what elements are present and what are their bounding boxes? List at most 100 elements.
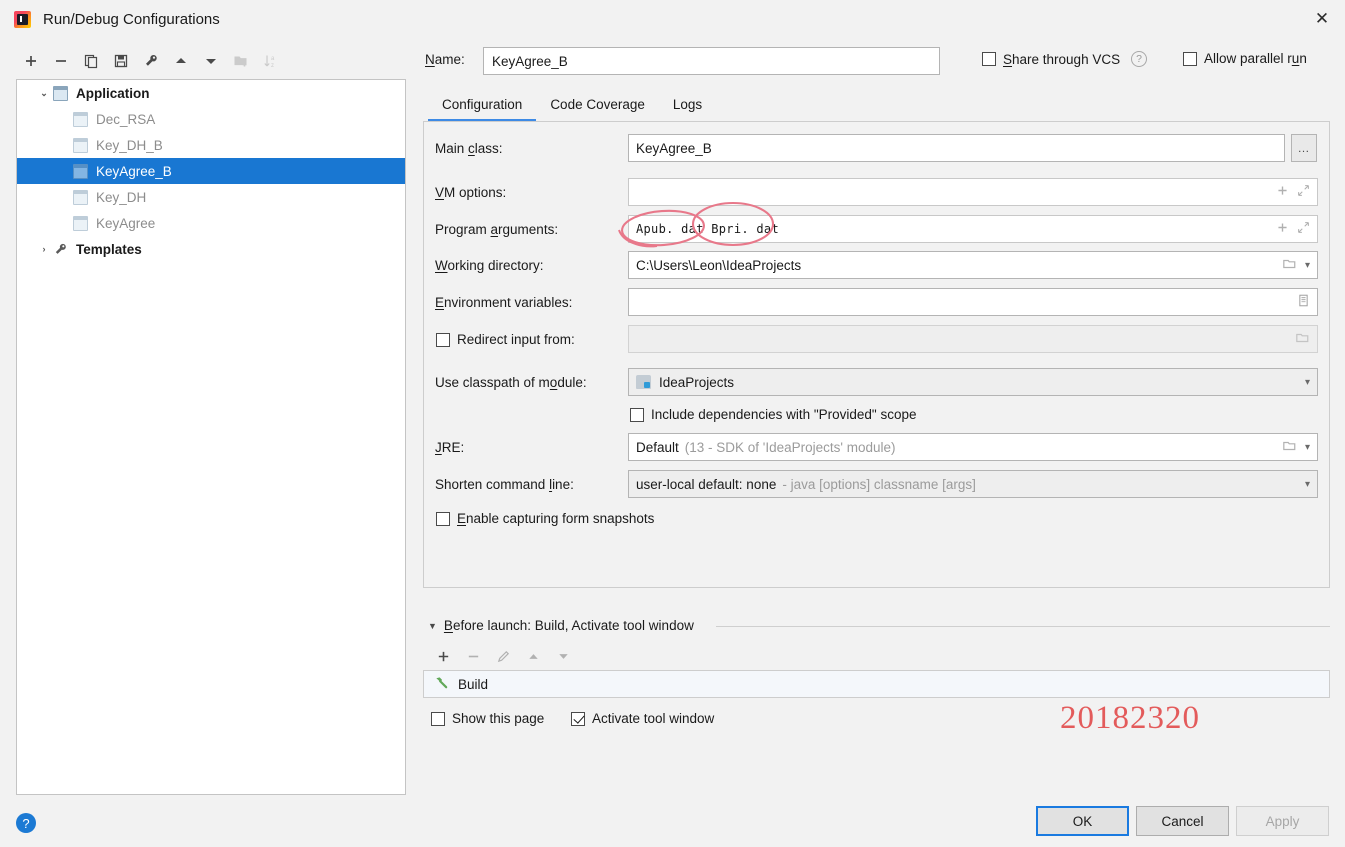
tree-node-application[interactable]: ⌄ Application [17,80,405,106]
shorten-command-line-combo[interactable]: user-local default: none - java [options… [628,470,1318,498]
main-class-browse-button[interactable]: … [1291,134,1317,162]
show-this-page-label: Show this page [452,711,545,726]
include-provided-checkbox-box[interactable] [630,407,644,422]
share-checkbox-box[interactable] [982,52,996,66]
name-label: Name: [425,52,465,67]
tree-item-key-dh[interactable]: Key_DH [17,184,405,210]
sort-az-icon[interactable]: a z [256,48,286,74]
move-up-button[interactable] [166,48,196,74]
form-snapshots-checkbox-box[interactable] [436,511,450,526]
folder-add-icon[interactable] [226,48,256,74]
program-arguments-field[interactable]: Apub. dat Bpri. dat [628,215,1318,243]
before-launch-task-row[interactable]: Build [423,670,1330,698]
chevron-down-icon[interactable]: ▾ [1305,260,1310,271]
jre-value: Default [636,439,679,455]
tree-item-keyagree-b[interactable]: KeyAgree_B [17,158,405,184]
folder-icon [1295,331,1310,348]
move-down-button[interactable] [196,48,226,74]
help-button[interactable]: ? [16,813,36,833]
jre-field-icons: ▾ [1282,439,1310,456]
environment-variables-field-icons [1297,293,1310,311]
plus-icon[interactable] [1276,221,1289,237]
vm-options-field[interactable] [628,178,1318,206]
jre-combo[interactable]: Default (13 - SDK of 'IdeaProjects' modu… [628,433,1318,461]
cancel-button[interactable]: Cancel [1136,806,1229,836]
redirect-input-field-icons [1295,331,1310,348]
apply-button[interactable]: Apply [1236,806,1329,836]
tab-code-coverage[interactable]: Code Coverage [536,90,659,118]
allow-parallel-run-checkbox[interactable]: Allow parallel run [1183,51,1307,66]
folder-icon[interactable] [1282,257,1297,274]
redirect-input-label: Redirect input from: [457,332,575,347]
remove-task-button[interactable] [458,643,488,669]
module-icon [636,375,651,389]
application-icon [73,189,88,205]
folder-icon[interactable] [1282,439,1297,456]
wrench-icon [53,242,68,257]
ok-button[interactable]: OK [1036,806,1129,836]
question-mark-icon[interactable]: ? [1131,51,1148,67]
chevron-down-icon[interactable]: ▾ [1305,442,1310,453]
environment-variables-field[interactable] [628,288,1318,316]
move-task-down-button[interactable] [548,643,578,669]
tree-item-label: KeyAgree_B [96,163,172,179]
tree-item-key-dh-b[interactable]: Key_DH_B [17,132,405,158]
close-icon[interactable]: ✕ [1299,0,1345,38]
working-directory-field-icons: ▾ [1282,257,1310,274]
configurations-tree[interactable]: ⌄ Application Dec_RSA Key_DH_B KeyAgree_… [16,79,406,795]
vm-options-field-icons [1276,184,1310,200]
parallel-checkbox-label: Allow parallel run [1204,51,1307,66]
application-icon [73,215,88,231]
redirect-input-checkbox-box[interactable] [436,332,450,347]
activate-tool-window-checkbox-box[interactable] [571,711,585,726]
before-launch-header[interactable]: ▼ Before launch: Build, Activate tool wi… [428,618,694,633]
parallel-checkbox-box[interactable] [1183,51,1197,66]
form-snapshots-checkbox[interactable]: Enable capturing form snapshots [436,511,654,526]
edit-list-icon[interactable] [1297,293,1310,311]
triangle-down-icon[interactable]: ▼ [428,621,437,631]
expand-icon[interactable] [1297,221,1310,237]
save-configuration-button[interactable] [106,48,136,74]
working-directory-label: Working directory: [435,258,544,273]
before-launch-title: Before launch: Build, Activate tool wind… [443,618,694,633]
tree-item-keyagree[interactable]: KeyAgree [17,210,405,236]
copy-configuration-button[interactable] [76,48,106,74]
show-this-page-checkbox-box[interactable] [431,711,445,726]
redirect-input-checkbox[interactable]: Redirect input from: [436,332,575,347]
chevron-down-icon[interactable]: ▾ [1305,377,1310,388]
tree-node-templates[interactable]: › Templates [17,236,405,262]
show-this-page-checkbox[interactable]: Show this page [431,711,544,726]
add-configuration-button[interactable] [16,48,46,74]
plus-icon[interactable] [1276,184,1289,200]
share-through-vcs-checkbox[interactable]: Share through VCS ? [982,51,1148,67]
chevron-down-icon[interactable]: ⌄ [35,88,53,99]
shorten-command-line-value: user-local default: none [636,476,777,492]
activate-tool-window-checkbox[interactable]: Activate tool window [571,711,714,726]
classpath-module-combo[interactable]: IdeaProjects ▾ [628,368,1318,396]
add-task-button[interactable] [428,643,458,669]
configuration-tabs[interactable]: Configuration Code Coverage Logs [428,90,716,122]
configurations-toolbar: a z [16,47,406,75]
move-task-up-button[interactable] [518,643,548,669]
wrench-icon[interactable] [136,48,166,74]
main-class-field[interactable]: KeyAgree_B [628,134,1285,162]
pencil-icon[interactable] [488,643,518,669]
working-directory-value: C:\Users\Leon\IdeaProjects [636,257,802,273]
application-icon [73,163,88,179]
expand-icon[interactable] [1297,184,1310,200]
before-launch-separator [716,626,1330,627]
name-input[interactable] [483,47,940,75]
tree-item-dec-rsa[interactable]: Dec_RSA [17,106,405,132]
tab-logs[interactable]: Logs [659,90,716,118]
include-provided-label: Include dependencies with "Provided" sco… [651,407,917,422]
before-launch-task-label: Build [458,676,489,692]
include-provided-checkbox[interactable]: Include dependencies with "Provided" sco… [630,407,917,422]
remove-configuration-button[interactable] [46,48,76,74]
working-directory-field[interactable]: C:\Users\Leon\IdeaProjects ▾ [628,251,1318,279]
share-checkbox-label: Share through VCS [1003,51,1121,67]
classpath-module-icons: ▾ [1305,377,1310,388]
activate-tool-window-label: Activate tool window [592,711,715,726]
chevron-down-icon[interactable]: ▾ [1305,479,1310,490]
chevron-right-icon[interactable]: › [35,244,53,254]
tab-configuration[interactable]: Configuration [428,90,537,122]
